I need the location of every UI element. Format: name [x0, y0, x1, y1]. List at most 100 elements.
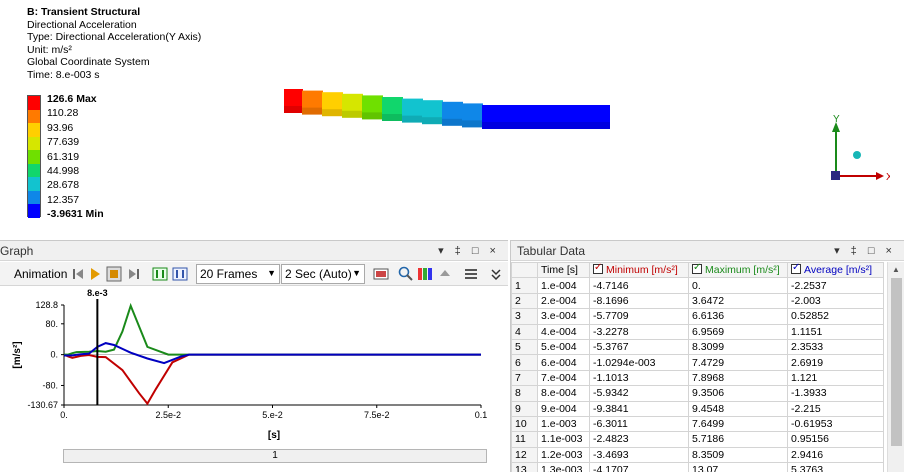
table-cell: 0. — [688, 277, 788, 294]
table-cell: 7.e-004 — [537, 369, 590, 387]
x-tick-label: 0. — [60, 410, 68, 420]
legend-color-band — [28, 204, 40, 218]
legend-label: 93.96 — [47, 121, 74, 134]
row-number-cell: 10 — [511, 415, 538, 433]
y-tick-label: -130.67 — [27, 400, 58, 410]
table-row[interactable]: 12 1.2e-003 -3.4693 8.3509 2.9416 — [511, 446, 884, 464]
beam-model[interactable] — [280, 85, 610, 135]
previous-frame-icon[interactable] — [70, 266, 86, 282]
triad-origin — [831, 171, 840, 180]
rotate-icon[interactable] — [437, 266, 453, 282]
scrollbar-thumb[interactable] — [891, 278, 902, 446]
row-number-cell: 1 — [511, 277, 538, 294]
table-cell: -5.9342 — [589, 385, 689, 402]
legend-color-band — [28, 96, 40, 110]
graph-plot[interactable]: 128.880.0.-80.-130.670. 2.5e-2 5.e-2 7.5e-2… — [0, 287, 508, 447]
table-cell: -3.4693 — [589, 446, 689, 464]
tabular-scrollbar[interactable]: ▲ — [887, 262, 904, 472]
table-row[interactable]: 9 9.e-004 -9.3841 9.4548 -2.215 — [511, 400, 884, 417]
x-axis-arrow — [876, 172, 884, 180]
table-cell: 1.1151 — [787, 323, 884, 340]
list-options-icon[interactable] — [463, 266, 479, 282]
legend-label: 61.319 — [47, 150, 80, 163]
table-cell: 7.6499 — [688, 415, 788, 433]
checkbox-icon[interactable] — [791, 262, 801, 275]
table-cell: 9.e-004 — [537, 400, 590, 417]
tabular-title: Tabular Data — [517, 244, 586, 258]
table-cell: 5.3763 — [787, 462, 884, 472]
x-axis-label: [s] — [268, 430, 280, 441]
table-row[interactable]: 6 6.e-004 -1.0294e-003 7.4729 2.6919 — [511, 354, 884, 371]
table-cell: 2.9416 — [787, 446, 884, 464]
result-type: Type: Directional Acceleration(Y Axis) — [27, 31, 202, 44]
y-axis-label: Y — [833, 114, 840, 125]
table-row[interactable]: 5 5.e-004 -5.3767 8.3099 2.3533 — [511, 338, 884, 356]
beam-shade — [422, 117, 443, 125]
beam-shade — [482, 122, 610, 129]
tabular-data-table[interactable]: Time [s] Minimum [m/s²] Maximum [m/s²] A… — [511, 261, 884, 472]
table-cell: -5.3767 — [589, 338, 689, 356]
next-frame-icon[interactable] — [126, 266, 142, 282]
table-row[interactable]: 10 1.e-003 -6.3011 7.6499 -0.61953 — [511, 415, 884, 433]
legend-label: 77.639 — [47, 136, 80, 149]
checkbox-icon[interactable] — [593, 262, 603, 275]
table-header-row: Time [s] Minimum [m/s²] Maximum [m/s²] A… — [511, 261, 884, 279]
table-row[interactable]: 7 7.e-004 -1.1013 7.8968 1.121 — [511, 369, 884, 387]
column-label: Time [s] — [541, 264, 578, 277]
axis-triad: Y X — [831, 114, 890, 183]
checkbox-icon[interactable] — [692, 262, 702, 275]
analysis-title: B: Transient Structural — [27, 6, 141, 18]
table-row[interactable]: 3 3.e-004 -5.7709 6.6136 0.52852 — [511, 308, 884, 325]
toolbar-overflow-icon[interactable] — [490, 266, 502, 282]
table-cell: -2.4823 — [589, 431, 689, 448]
stop-icon[interactable] — [106, 266, 122, 282]
tabular-data-panel: Tabular Data ▾ ‡ □ × Time [s] Minimum [m… — [510, 240, 904, 472]
table-row[interactable]: 13 1.3e-003 -4.1707 13.07 5.3763 — [511, 462, 884, 472]
table-cell: 1.e-003 — [537, 415, 590, 433]
play-icon[interactable] — [87, 266, 103, 282]
row-number-cell: 13 — [511, 462, 538, 472]
column-header-time[interactable]: Time [s] — [537, 261, 590, 279]
table-cell: 2.e-004 — [537, 292, 590, 310]
x-tick-label: 0.1 — [475, 410, 488, 420]
legend-color-band — [28, 177, 40, 191]
graph-titlebar: Graph ▾ ‡ □ × — [0, 241, 508, 261]
row-number-header — [511, 261, 538, 279]
scroll-up-icon[interactable]: ▲ — [892, 265, 900, 274]
distributed-frames-icon[interactable] — [152, 266, 168, 282]
legend-color-band — [28, 123, 40, 137]
graph-panel: Graph ▾ ‡ □ × Animation 20 Frames ▼ 2 Sec… — [0, 240, 508, 472]
color-grid-icon[interactable] — [417, 266, 433, 282]
table-cell: 2.3533 — [787, 338, 884, 356]
table-row[interactable]: 8 8.e-004 -5.9342 9.3506 -1.3933 — [511, 385, 884, 402]
table-cell: 0.95156 — [787, 431, 884, 448]
beam-shade — [442, 118, 463, 126]
series-line-maximum — [64, 302, 481, 356]
column-header-minimum[interactable]: Minimum [m/s²] — [589, 261, 689, 279]
zoom-icon[interactable] — [398, 266, 414, 282]
tabular-window-controls[interactable]: ▾ ‡ □ × — [834, 244, 896, 257]
table-row[interactable]: 11 1.1e-003 -2.4823 5.7186 0.95156 — [511, 431, 884, 448]
column-header-maximum[interactable]: Maximum [m/s²] — [688, 261, 788, 279]
duration-select[interactable]: 2 Sec (Auto) ▼ — [281, 264, 365, 284]
export-video-icon[interactable] — [373, 266, 389, 282]
legend-label: 28.678 — [47, 179, 80, 192]
table-row[interactable]: 1 1.e-004 -4.7146 0. -2.2537 — [511, 277, 884, 294]
table-cell: -4.1707 — [589, 462, 689, 472]
graphics-viewport[interactable]: B: Transient Structural Directional Acce… — [0, 0, 904, 238]
graph-scrollbar[interactable]: 1 — [63, 449, 487, 463]
result-sets-icon[interactable] — [172, 266, 188, 282]
table-row[interactable]: 4 4.e-004 -3.2278 6.9569 1.1151 — [511, 323, 884, 340]
table-cell: 8.3099 — [688, 338, 788, 356]
row-number-cell: 6 — [511, 354, 538, 371]
frames-select[interactable]: 20 Frames ▼ — [196, 264, 280, 284]
series-line-average — [63, 342, 481, 365]
scrollbar-label: 1 — [272, 450, 278, 461]
app-window: B: Transient Structural Directional Acce… — [0, 0, 904, 472]
series-line-minimum — [63, 353, 481, 406]
table-cell: 5.7186 — [688, 431, 788, 448]
table-cell: 6.9569 — [688, 323, 788, 340]
graph-window-controls[interactable]: ▾ ‡ □ × — [438, 244, 500, 257]
column-header-average[interactable]: Average [m/s²] — [787, 261, 884, 279]
table-row[interactable]: 2 2.e-004 -8.1696 3.6472 -2.003 — [511, 292, 884, 310]
